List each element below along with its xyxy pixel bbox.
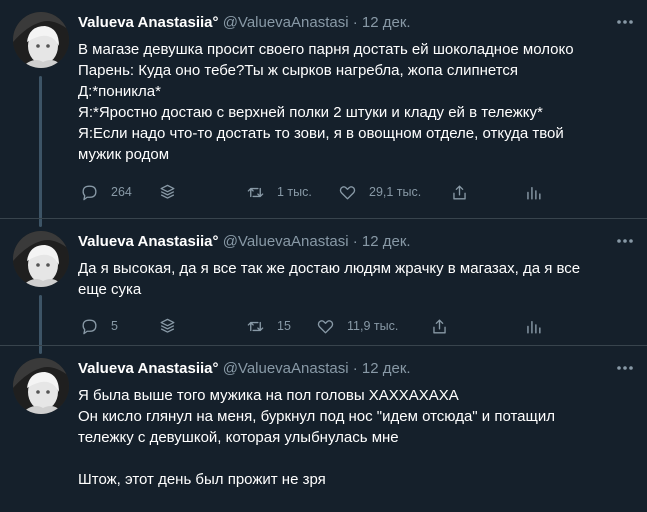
tweet-text-line: Я была выше того мужика на пол головы ХА…: [78, 387, 459, 404]
separator-dot: ·: [352, 360, 358, 377]
tweet-date[interactable]: 12 дек.: [362, 233, 411, 250]
heart-icon: [339, 185, 356, 200]
reply-count: 264: [111, 185, 132, 199]
thread-connector: [39, 76, 42, 221]
tweet-actions: 5 15 11,9 тыс.: [78, 316, 617, 336]
tweet[interactable]: Valueva Anastasiia° @ValuevaAnastasi · 1…: [0, 346, 647, 512]
avatar[interactable]: [13, 358, 69, 414]
tweet-header: Valueva Anastasiia° @ValuevaAnastasi · 1…: [78, 359, 607, 379]
retweet-icon: [247, 187, 264, 197]
tweet-date[interactable]: 12 дек.: [362, 360, 411, 377]
like-count: 29,1 тыс.: [369, 185, 422, 199]
thread-connector: [39, 219, 42, 227]
stack-icon: [160, 318, 175, 333]
name-suffix: °: [212, 360, 219, 377]
tweet-text-line: Да я высокая, да я все так же достаю люд…: [78, 260, 581, 277]
retweet-button[interactable]: 15: [246, 316, 291, 336]
retweet-button[interactable]: 1 тыс.: [246, 182, 312, 202]
analytics-button[interactable]: [524, 182, 543, 202]
more-dots-icon[interactable]: [615, 231, 635, 251]
tweet-text-line: Я:*Яростно достаю с верхней полки 2 штук…: [78, 104, 543, 121]
tweet-text-line: тележку с девушкой, которая улыбнулась м…: [78, 429, 399, 446]
reply-button[interactable]: 5: [80, 316, 118, 336]
separator-dot: ·: [352, 233, 358, 250]
tweet-text-line: еще сука: [78, 281, 142, 298]
author-name[interactable]: Valueva Anastasiia: [78, 360, 213, 377]
like-count: 11,9 тыс.: [347, 319, 399, 333]
tweet-text-line: Он кисло глянул на меня, буркнул под нос…: [78, 408, 555, 425]
tweet-text: Я была выше того мужика на пол головы ХА…: [78, 385, 617, 490]
retweet-icon: [247, 321, 264, 331]
analytics-button[interactable]: [524, 316, 543, 336]
tweet-text-line: [78, 448, 617, 469]
tweet[interactable]: Valueva Anastasiia° @ValuevaAnastasi · 1…: [0, 0, 647, 221]
share-button[interactable]: [450, 182, 469, 202]
tweet-header: Valueva Anastasiia° @ValuevaAnastasi · 1…: [78, 232, 607, 252]
tweet-text-line: Штож, этот день был прожит не зря: [78, 471, 326, 488]
reply-bubble-icon: [82, 184, 97, 200]
retweet-count: 15: [277, 319, 291, 333]
more-dots-icon[interactable]: [615, 12, 635, 32]
tweet-date[interactable]: 12 дек.: [362, 14, 411, 31]
tweet[interactable]: Valueva Anastasiia° @ValuevaAnastasi · 1…: [0, 219, 647, 348]
avatar[interactable]: [13, 12, 69, 68]
tweet-text-line: В магазе девушка просит своего парня дос…: [78, 41, 574, 58]
retweet-count: 1 тыс.: [277, 185, 312, 199]
tweet-thread: Valueva Anastasiia° @ValuevaAnastasi · 1…: [0, 0, 647, 512]
tweet-text-line: Я:Если надо что-то достать то зови, я в …: [78, 125, 564, 142]
avatar[interactable]: [13, 231, 69, 287]
tweet-text-line: мужик родом: [78, 146, 170, 163]
thread-connector: [39, 295, 42, 348]
author-name[interactable]: Valueva Anastasiia: [78, 233, 213, 250]
like-button[interactable]: 29,1 тыс.: [338, 182, 421, 202]
thread-button[interactable]: [158, 182, 177, 202]
bar-chart-icon: [527, 320, 541, 334]
author-handle[interactable]: @ValuevaAnastasi: [223, 360, 349, 377]
tweet-text-line: Д:*поникла*: [78, 83, 161, 100]
stack-icon: [160, 184, 175, 199]
separator-dot: ·: [352, 14, 358, 31]
tweet-text: Да я высокая, да я все так же достаю люд…: [78, 258, 617, 300]
thread-button[interactable]: [158, 316, 177, 336]
author-handle[interactable]: @ValuevaAnastasi: [223, 233, 349, 250]
share-icon: [453, 184, 466, 200]
like-button[interactable]: 11,9 тыс.: [316, 316, 398, 336]
name-suffix: °: [212, 14, 219, 31]
author-handle[interactable]: @ValuevaAnastasi: [223, 14, 349, 31]
reply-button[interactable]: 264: [80, 182, 132, 202]
name-suffix: °: [212, 233, 219, 250]
tweet-actions: 264 1 тыс. 29,1 тыс.: [78, 182, 617, 202]
share-button[interactable]: [430, 316, 449, 336]
thread-connector: [39, 346, 42, 354]
bar-chart-icon: [527, 186, 541, 200]
reply-bubble-icon: [82, 318, 97, 334]
heart-icon: [317, 319, 334, 334]
tweet-text-line: Парень: Куда оно тебе?Ты ж сырков нагреб…: [78, 62, 519, 79]
more-dots-icon[interactable]: [615, 358, 635, 378]
reply-count: 5: [111, 319, 118, 333]
share-icon: [433, 318, 446, 334]
author-name[interactable]: Valueva Anastasiia: [78, 14, 213, 31]
tweet-text: В магазе девушка просит своего парня дос…: [78, 39, 617, 165]
tweet-header: Valueva Anastasiia° @ValuevaAnastasi · 1…: [78, 13, 607, 33]
